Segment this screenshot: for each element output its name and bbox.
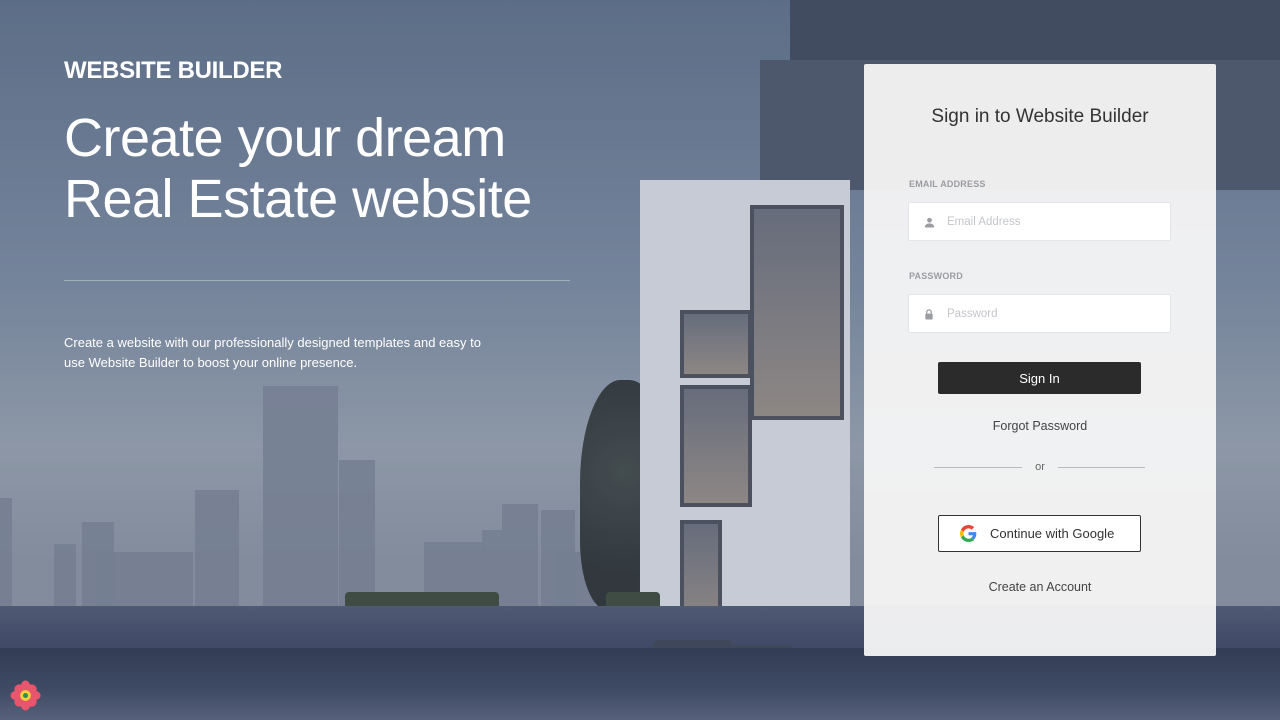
email-label: EMAIL ADDRESS [909, 179, 986, 189]
forgot-password-link[interactable]: Forgot Password [864, 419, 1216, 433]
email-field [908, 202, 1171, 241]
hero-line-2: Real Estate website [64, 169, 532, 229]
google-button-label: Continue with Google [990, 526, 1115, 541]
sign-in-button[interactable]: Sign In [938, 362, 1141, 394]
lock-icon [922, 307, 936, 321]
or-divider-right [1058, 467, 1145, 468]
user-icon [922, 215, 936, 229]
signin-title: Sign in to Website Builder [931, 106, 1149, 127]
hero-line-1: Create your dream [64, 108, 506, 168]
or-separator: or [1035, 461, 1045, 473]
hero-description: Create a website with our professionally… [64, 335, 481, 370]
divider-line [64, 280, 570, 281]
brand-logo: WEBSITE BUILDER [64, 57, 283, 84]
google-icon [960, 525, 977, 542]
email-input[interactable] [947, 203, 1162, 240]
continue-with-google-button[interactable]: Continue with Google [938, 515, 1141, 552]
signin-card: Sign in to Website Builder EMAIL ADDRESS… [864, 64, 1216, 656]
password-input[interactable] [947, 295, 1162, 332]
flower-icon[interactable] [10, 680, 41, 711]
create-account-link[interactable]: Create an Account [864, 580, 1216, 594]
hero-heading: Create your dream Real Estate website [64, 108, 532, 230]
password-label: PASSWORD [909, 271, 963, 281]
password-field [908, 294, 1171, 333]
